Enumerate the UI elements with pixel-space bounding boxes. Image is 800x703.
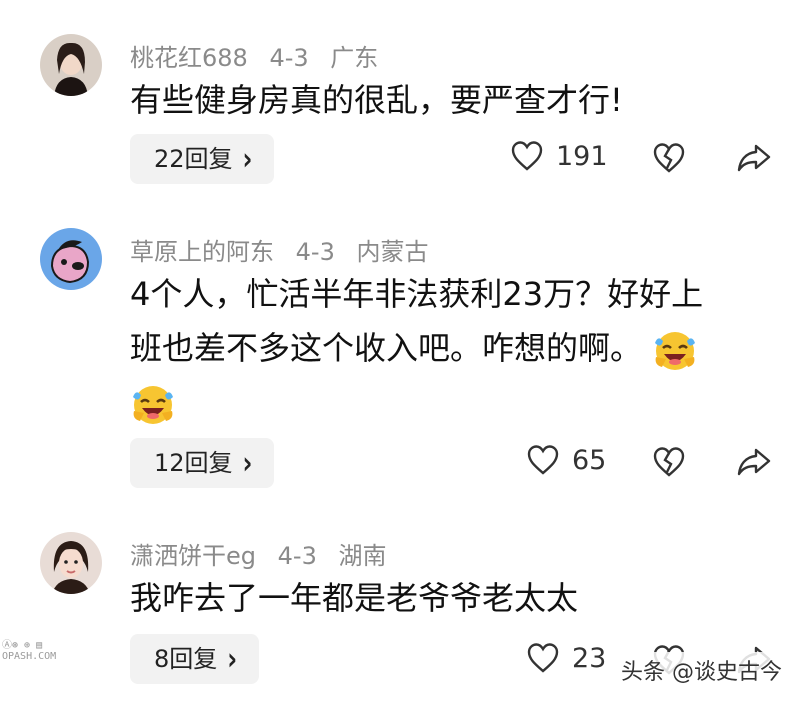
comment-location: 内蒙古 [356, 238, 429, 266]
like-button[interactable]: 191 [510, 140, 608, 172]
heart-outline-icon [527, 643, 559, 673]
comment-date: 4-3 [269, 44, 309, 72]
comment-date: 4-3 [277, 542, 317, 570]
like-count: 23 [572, 642, 607, 674]
like-count: 191 [556, 140, 608, 172]
reply-button[interactable]: 8回复 › [130, 634, 260, 684]
share-arrow-icon[interactable] [736, 142, 772, 174]
broken-heart-icon[interactable] [652, 446, 686, 478]
comment-text-line: 班也差不多这个收入吧。咋想的啊。 [130, 322, 770, 376]
comment-text-line [130, 376, 770, 430]
username[interactable]: 潇洒饼干eg [130, 542, 256, 570]
avatar[interactable] [40, 34, 102, 96]
reply-label: 22回复 [154, 145, 233, 173]
reply-button[interactable]: 22回复 › [130, 134, 275, 184]
heart-outline-icon [527, 445, 559, 475]
comment-meta: 桃花红688 4-3 广东 [130, 38, 392, 73]
laughing-crying-emoji [133, 386, 173, 424]
username[interactable]: 草原上的阿东 [130, 238, 274, 266]
reply-label: 8回复 [154, 645, 218, 673]
chevron-right-icon: › [227, 640, 238, 678]
broken-heart-icon[interactable] [652, 142, 686, 174]
like-button[interactable]: 65 [526, 444, 606, 476]
comment-date: 4-3 [295, 238, 335, 266]
heart-outline-icon [511, 141, 543, 171]
share-arrow-icon[interactable] [736, 446, 772, 478]
like-count: 65 [572, 444, 607, 476]
username[interactable]: 桃花红688 [130, 44, 248, 72]
toutiao-watermark: 头条 @谈史古今 [613, 652, 790, 688]
like-button[interactable]: 23 [526, 642, 606, 674]
chevron-right-icon: › [242, 444, 253, 482]
laughing-crying-emoji [655, 332, 696, 370]
comment-meta: 草原上的阿东 4-3 内蒙古 [130, 232, 442, 267]
comment-location: 广东 [330, 44, 379, 72]
avatar[interactable] [40, 532, 102, 594]
comment-text-line: 4个人，忙活半年非法获利23万？好好上 [130, 275, 704, 313]
reply-label: 12回复 [154, 449, 233, 477]
comment-text: 我咋去了一年都是老爷爷老太太 [130, 579, 579, 617]
avatar[interactable] [40, 228, 102, 290]
comment-location: 湖南 [338, 542, 387, 570]
chevron-right-icon: › [242, 140, 253, 178]
reply-button[interactable]: 12回复 › [130, 438, 275, 488]
comment-meta: 潇洒饼干eg 4-3 湖南 [130, 536, 400, 571]
comment-text: 有些健身房真的很乱，要严查才行! [130, 81, 623, 119]
site-watermark: Ⓐ⊛ ⊕ ▤ OPASH.COM [2, 640, 57, 662]
comment-text: 4个人，忙活半年非法获利23万？好好上 班也差不多这个收入吧。咋想的啊。 [130, 268, 770, 430]
